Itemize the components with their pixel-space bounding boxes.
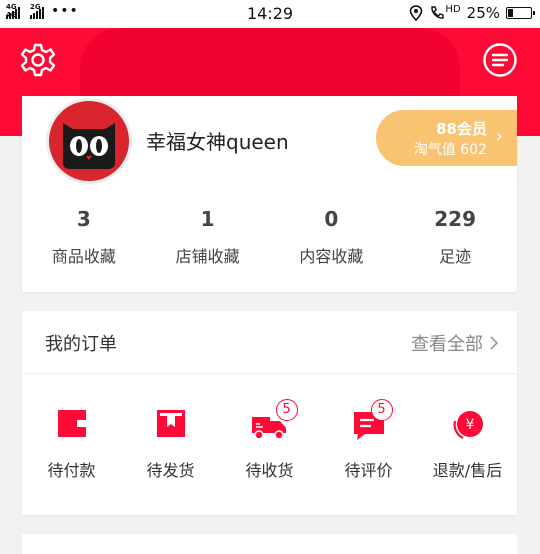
order-label: 待评价 bbox=[344, 461, 393, 480]
stat-favorite-stores[interactable]: 1 店铺收藏 bbox=[146, 204, 270, 267]
svg-text:¥: ¥ bbox=[465, 417, 474, 433]
stat-footprints[interactable]: 229 足迹 bbox=[393, 204, 517, 267]
avatar[interactable] bbox=[46, 98, 132, 184]
chevron-right-icon bbox=[490, 336, 499, 350]
stat-count: 229 bbox=[434, 207, 476, 231]
tmall-cat-avatar-icon bbox=[63, 123, 115, 169]
order-pending-review[interactable]: 5 待评价 bbox=[319, 399, 418, 481]
hd-call-icon bbox=[431, 6, 445, 19]
message-menu-button[interactable] bbox=[482, 42, 518, 78]
hd-label: HD bbox=[445, 3, 461, 15]
chevron-right-icon: › bbox=[495, 126, 503, 147]
order-label: 退款/售后 bbox=[432, 461, 503, 480]
next-section-card bbox=[22, 534, 517, 554]
gear-icon bbox=[20, 43, 56, 77]
order-refund-aftersales[interactable]: ¥ 退款/售后 bbox=[418, 407, 517, 481]
order-label: 待付款 bbox=[47, 461, 96, 480]
view-all-label: 查看全部 bbox=[411, 334, 483, 355]
wallet-icon bbox=[57, 410, 86, 437]
username[interactable]: 幸福女神queen bbox=[146, 126, 289, 155]
stat-count: 1 bbox=[200, 207, 215, 231]
order-status-row: 待付款 待发货 5 待收货 5 待评价 ¥ 退款/售后 bbox=[22, 399, 517, 481]
status-bar: 4G 4G 2G ••• 14:29 HD 25% bbox=[0, 0, 540, 28]
orders-title: 我的订单 bbox=[45, 334, 117, 355]
message-list-icon bbox=[483, 43, 517, 77]
stat-count: 3 bbox=[76, 207, 91, 231]
stats-row: 3 商品收藏 1 店铺收藏 0 内容收藏 229 足迹 bbox=[22, 204, 517, 267]
stat-count: 0 bbox=[324, 207, 339, 231]
stat-label: 商品收藏 bbox=[51, 247, 116, 266]
battery-percent: 25% bbox=[466, 4, 500, 22]
stat-label: 内容收藏 bbox=[299, 247, 364, 266]
vip-title: 88会员 bbox=[436, 120, 487, 138]
order-pending-receipt[interactable]: 5 待收货 bbox=[220, 399, 319, 481]
refund-icon: ¥ bbox=[452, 411, 483, 439]
order-pending-shipment[interactable]: 待发货 bbox=[121, 407, 220, 481]
stat-label: 店铺收藏 bbox=[175, 247, 240, 266]
view-all-orders-link[interactable]: 查看全部 bbox=[411, 330, 499, 356]
settings-button[interactable] bbox=[20, 42, 56, 78]
vip-score: 淘气值 602 bbox=[413, 142, 487, 158]
order-label: 待收货 bbox=[245, 461, 294, 480]
stat-favorite-items[interactable]: 3 商品收藏 bbox=[22, 204, 146, 267]
package-icon bbox=[156, 410, 185, 437]
stat-label: 足迹 bbox=[439, 247, 472, 266]
notification-badge: 5 bbox=[275, 399, 298, 421]
orders-card: 我的订单 查看全部 待付款 待发货 5 待收货 5 待评价 ¥ 退款/售后 bbox=[22, 311, 517, 515]
location-icon bbox=[410, 5, 423, 21]
orders-header: 我的订单 查看全部 bbox=[22, 311, 517, 374]
vip-badge-button[interactable]: 88会员 淘气值 602 › bbox=[376, 110, 517, 166]
notification-badge: 5 bbox=[370, 399, 393, 421]
battery-icon bbox=[506, 7, 535, 19]
order-pending-payment[interactable]: 待付款 bbox=[22, 407, 121, 481]
order-label: 待发货 bbox=[146, 461, 195, 480]
stat-favorite-content[interactable]: 0 内容收藏 bbox=[270, 204, 394, 267]
profile-card: 幸福女神queen 88会员 淘气值 602 › 3 商品收藏 1 店铺收藏 0… bbox=[22, 96, 517, 292]
